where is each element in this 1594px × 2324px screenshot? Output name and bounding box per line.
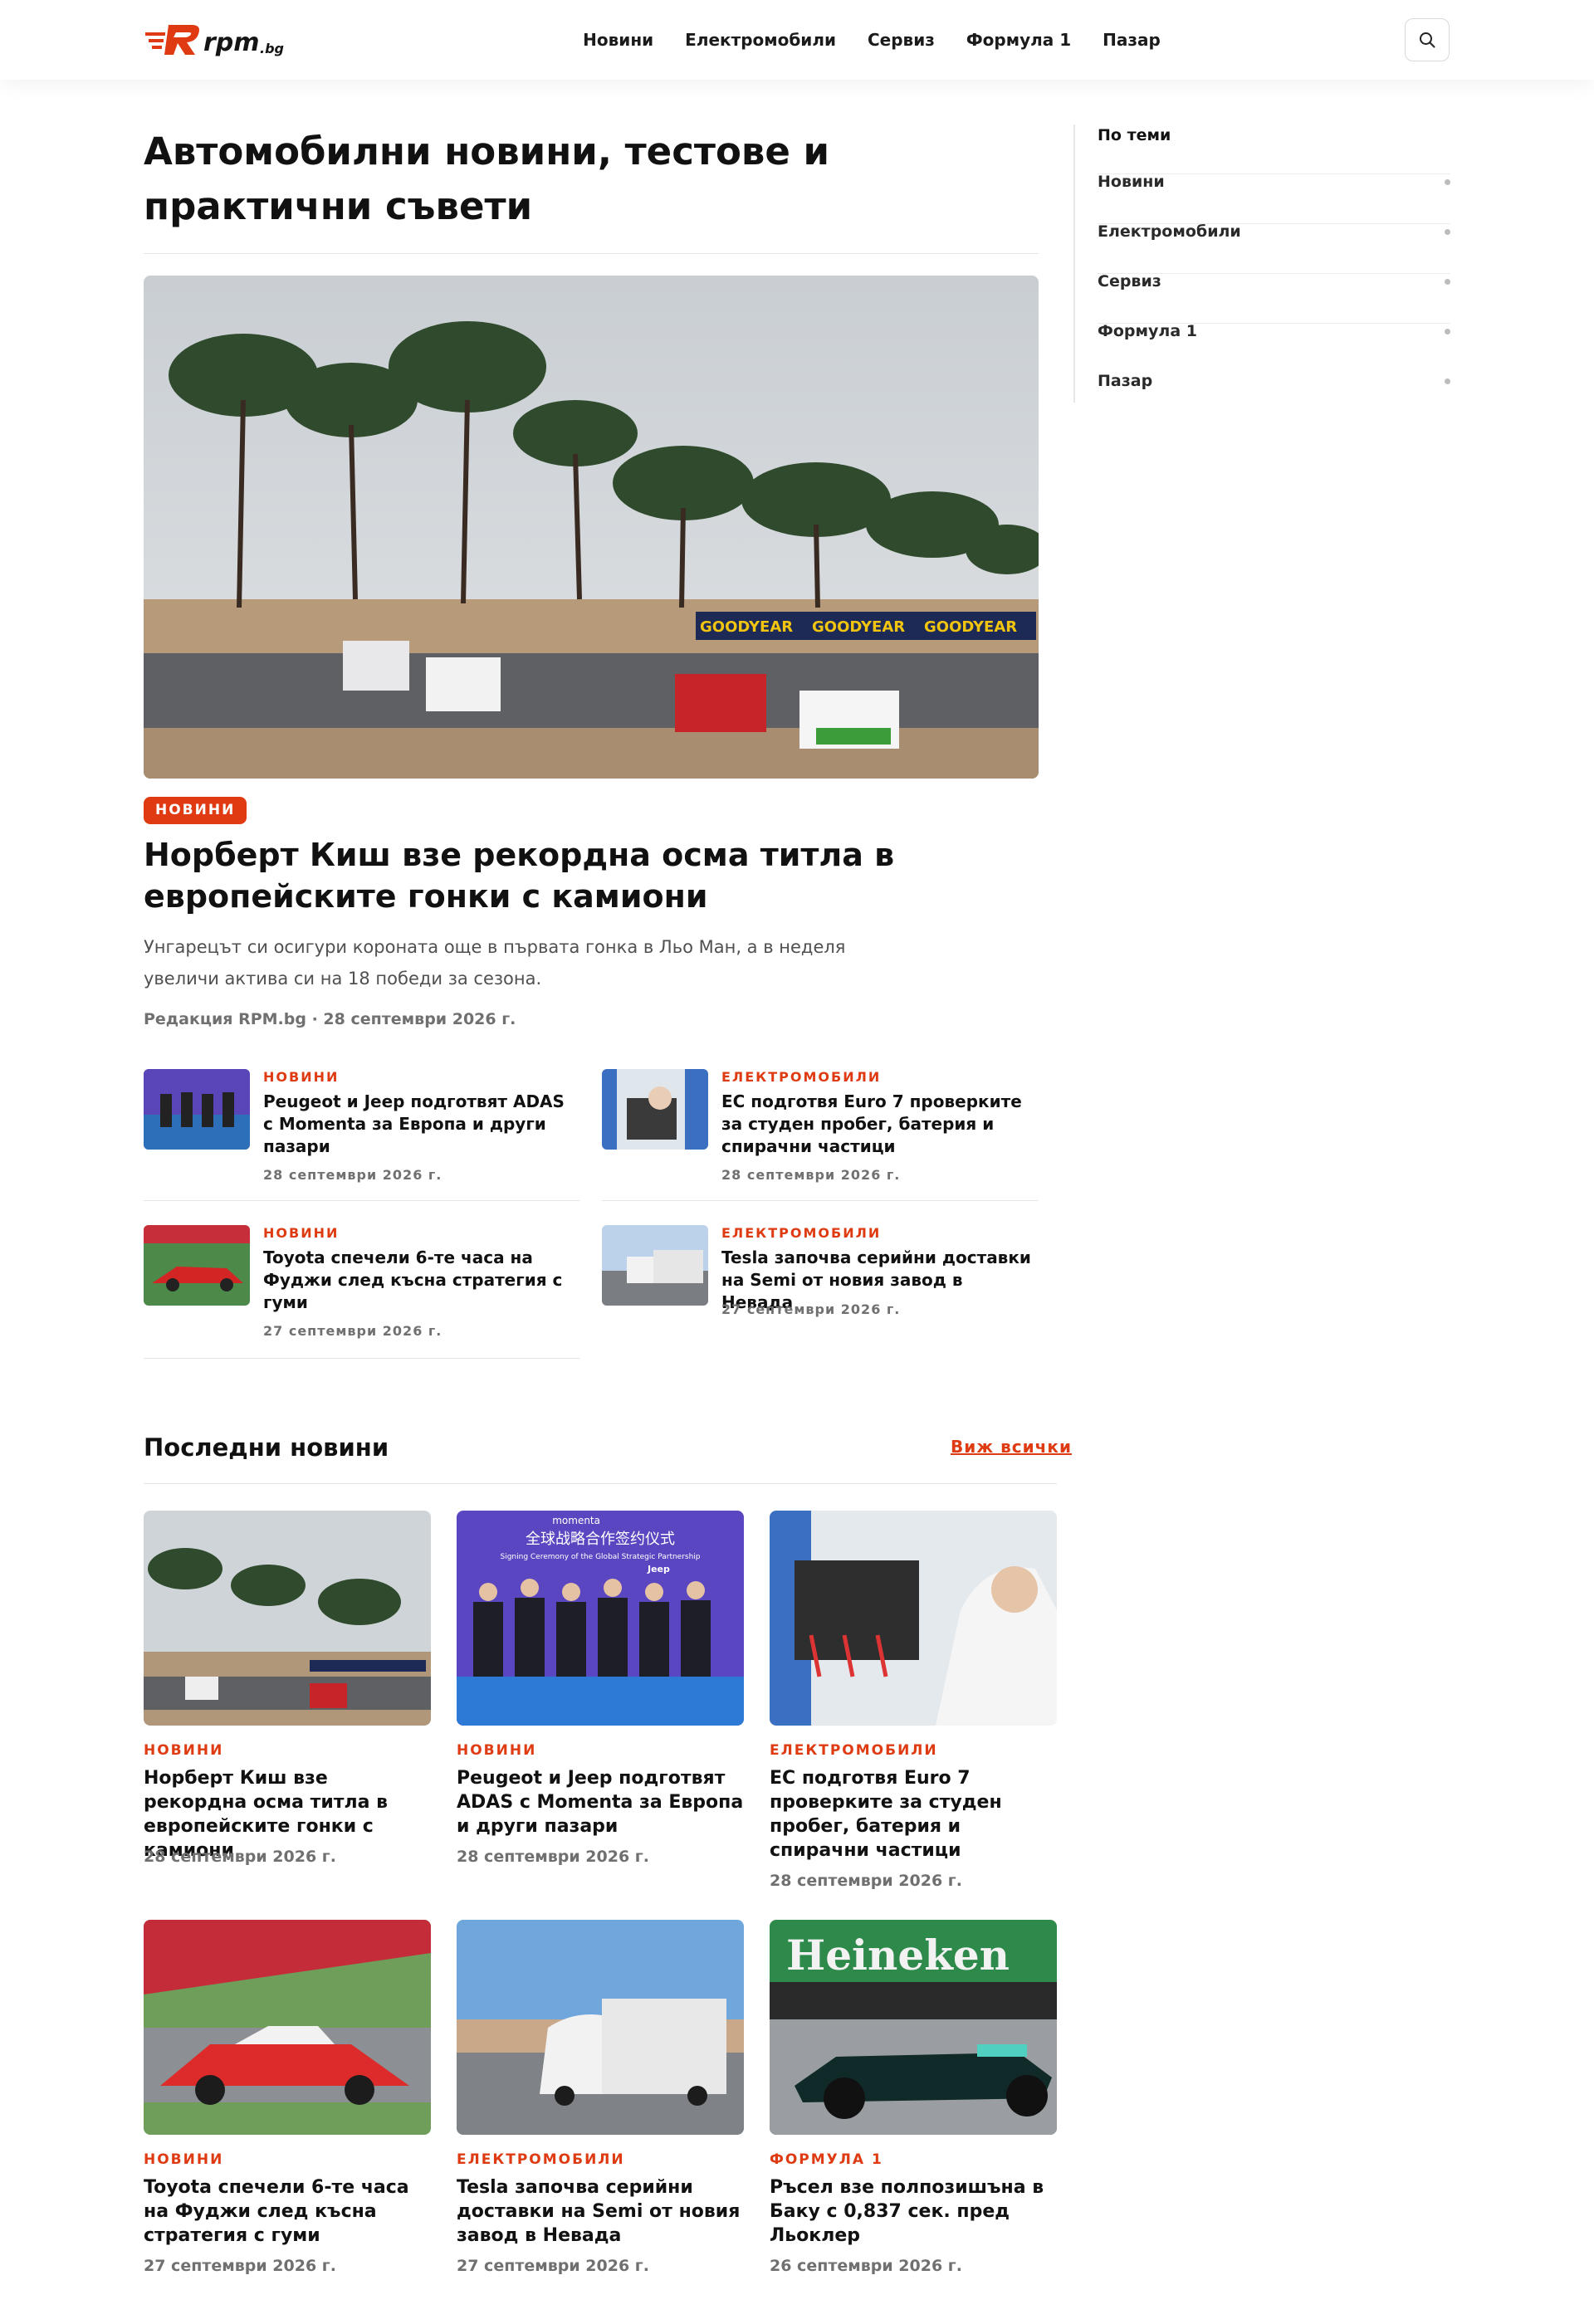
article-thumbnail[interactable] xyxy=(602,1069,708,1150)
site-header: rpm .bg Новини Електромобили Сервиз Форм… xyxy=(0,0,1594,80)
card-date: 27 септември 2026 г. xyxy=(144,2257,336,2275)
nav-item-service[interactable]: Сервиз xyxy=(868,30,935,50)
page-title: Автомобилни новини, тестове и практични … xyxy=(144,129,830,228)
card-category[interactable]: НОВИНИ xyxy=(144,1742,223,1759)
article-thumbnail[interactable] xyxy=(602,1225,708,1306)
sidebar-item-news[interactable]: Новини xyxy=(1098,124,1450,191)
article-category[interactable]: ЕЛЕКТРОМОБИЛИ xyxy=(721,1225,881,1241)
section-divider xyxy=(144,1483,1057,1484)
card-title[interactable]: Peugeot и Jeep подготвят ADAS с Momenta … xyxy=(457,1766,744,1838)
card-date: 28 септември 2026 г. xyxy=(144,1848,336,1866)
article-date: 27 септември 2026 г. xyxy=(721,1301,901,1317)
nav-item-news[interactable]: Новини xyxy=(583,30,653,50)
card-image[interactable] xyxy=(770,1511,1057,1726)
sidebar-item-ev[interactable]: Електромобили xyxy=(1098,174,1450,241)
article-title[interactable]: Peugeot и Jeep подготвят ADAS с Momenta … xyxy=(263,1091,579,1158)
svg-text:全球战略合作签约仪式: 全球战略合作签约仪式 xyxy=(526,1531,675,1548)
divider xyxy=(144,1200,579,1201)
card-title[interactable]: ЕС подготвя Euro 7 проверките за студен … xyxy=(770,1766,1057,1863)
section-title: Последни новини xyxy=(144,1433,389,1462)
article-category[interactable]: НОВИНИ xyxy=(263,1069,339,1085)
nav-item-ev[interactable]: Електромобили xyxy=(685,30,836,50)
card-category[interactable]: ЕЛЕКТРОМОБИЛИ xyxy=(457,2151,625,2168)
article-date: 27 септември 2026 г. xyxy=(263,1323,443,1339)
article-category[interactable]: НОВИНИ xyxy=(263,1225,339,1241)
hero-title[interactable]: Норберт Киш взе рекордна осма титла в ев… xyxy=(144,834,974,917)
card-image[interactable] xyxy=(457,1920,744,2135)
svg-text:GOODYEAR: GOODYEAR xyxy=(700,618,793,636)
article-date: 28 септември 2026 г. xyxy=(721,1167,901,1183)
article-date: 28 септември 2026 г. xyxy=(263,1167,443,1183)
sidebar-item-label: Пазар xyxy=(1098,372,1153,390)
card-date: 28 септември 2026 г. xyxy=(457,1848,649,1866)
sidebar-item-f1[interactable]: Формула 1 xyxy=(1098,274,1450,340)
svg-text:Signing Ceremony of the Global: Signing Ceremony of the Global Strategic… xyxy=(500,1553,700,1561)
list-item[interactable]: НОВИНИ Toyota спечели 6-те часа на Фуджи… xyxy=(144,1225,579,1359)
see-all-link[interactable]: Виж всички xyxy=(951,1437,1072,1457)
svg-text:GOODYEAR: GOODYEAR xyxy=(924,618,1017,636)
card-category[interactable]: НОВИНИ xyxy=(144,2151,223,2168)
card-category[interactable]: ЕЛЕКТРОМОБИЛИ xyxy=(770,1742,938,1759)
list-item[interactable]: ЕЛЕКТРОМОБИЛИ Tesla започва серийни дост… xyxy=(602,1225,1038,1358)
card-image[interactable] xyxy=(144,1511,431,1726)
card-date: 28 септември 2026 г. xyxy=(770,1872,962,1890)
svg-text:rpm: rpm xyxy=(203,28,260,57)
article-thumbnail[interactable] xyxy=(144,1225,250,1306)
search-button[interactable] xyxy=(1405,18,1450,61)
nav-item-f1[interactable]: Формула 1 xyxy=(966,30,1071,50)
svg-text:.bg: .bg xyxy=(260,41,284,56)
search-icon xyxy=(1420,32,1435,48)
card-title[interactable]: Toyota спечели 6-те часа на Фуджи след к… xyxy=(144,2175,431,2248)
card-image[interactable] xyxy=(144,1920,431,2135)
divider xyxy=(144,1358,579,1359)
rpm-logo[interactable]: rpm .bg xyxy=(144,20,335,60)
sidebar-topics: По теми Новини Електромобили Сервиз Форм… xyxy=(1073,124,1450,403)
card-date: 26 септември 2026 г. xyxy=(770,2257,962,2275)
hero-meta: Редакция RPM.bg · 28 септември 2026 г. xyxy=(144,1010,516,1028)
article-title[interactable]: Toyota спечели 6-те часа на Фуджи след к… xyxy=(263,1247,579,1314)
card-date: 27 септември 2026 г. xyxy=(457,2257,649,2275)
sidebar-item-service[interactable]: Сервиз xyxy=(1098,224,1450,290)
svg-text:momenta: momenta xyxy=(552,1515,600,1526)
article-thumbnail[interactable] xyxy=(144,1069,250,1150)
card-category[interactable]: ФОРМУЛА 1 xyxy=(770,2151,883,2168)
hero-excerpt: Унгарецът си осигури короната още в първ… xyxy=(144,937,846,989)
title-divider xyxy=(144,253,1039,254)
card-image[interactable]: momenta 全球战略合作签约仪式 Signing Ceremony of t… xyxy=(457,1511,744,1726)
sidebar-item-market[interactable]: Пазар xyxy=(1098,324,1450,390)
svg-text:Jeep: Jeep xyxy=(647,1564,670,1575)
divider xyxy=(602,1200,1038,1201)
card-category[interactable]: НОВИНИ xyxy=(457,1742,536,1759)
dot-icon xyxy=(1445,378,1450,384)
card-title[interactable]: Ръсел взе полпозишъна в Баку с 0,837 сек… xyxy=(770,2175,1057,2248)
main-nav: Новини Електромобили Сервиз Формула 1 Па… xyxy=(581,0,1162,80)
card-image[interactable]: Heineken xyxy=(770,1920,1057,2135)
nav-item-market[interactable]: Пазар xyxy=(1103,30,1161,50)
card-title[interactable]: Tesla започва серийни доставки на Semi о… xyxy=(457,2175,744,2248)
hero-image[interactable]: GOODYEAR GOODYEAR GOODYEAR xyxy=(144,276,1039,779)
article-category[interactable]: ЕЛЕКТРОМОБИЛИ xyxy=(721,1069,881,1085)
svg-text:GOODYEAR: GOODYEAR xyxy=(812,618,905,636)
svg-text:Heineken: Heineken xyxy=(786,1931,1010,1980)
article-title[interactable]: ЕС подготвя Euro 7 проверките за студен … xyxy=(721,1091,1037,1158)
category-badge[interactable]: НОВИНИ xyxy=(144,797,247,824)
